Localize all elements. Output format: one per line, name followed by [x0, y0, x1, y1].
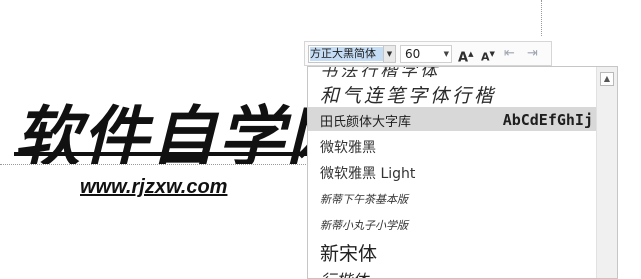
- font-item-name: 和气连笔字体行楷: [320, 85, 497, 107]
- font-name-dropdown-button[interactable]: ▼: [383, 46, 395, 62]
- decrease-indent-button[interactable]: ⇤: [504, 45, 515, 63]
- font-size-value[interactable]: 60: [405, 47, 420, 61]
- shrink-font-icon: A: [481, 50, 490, 64]
- chevron-down-icon: ▼: [443, 50, 449, 58]
- page-margin-guide-horizontal: [0, 164, 318, 165]
- font-item-name: 新宋体: [320, 243, 378, 265]
- logo-underline: [14, 152, 314, 156]
- font-name-combobox[interactable]: 方正大黑简体 ▼: [308, 45, 396, 63]
- font-list-item[interactable]: 微软雅黑: [308, 133, 597, 159]
- increase-indent-button[interactable]: ⇥: [527, 45, 538, 63]
- font-item-name: 行楷体: [320, 267, 368, 278]
- mini-formatting-toolbar: 方正大黑简体 ▼ 60 ▼ A▲ A▼ ⇤ ⇥: [304, 41, 552, 66]
- font-size-dropdown-button[interactable]: ▼: [444, 46, 449, 62]
- font-item-name: 书法行楷字体: [320, 66, 440, 77]
- font-size-combobox[interactable]: 60 ▼: [400, 45, 452, 63]
- font-item-name: 微软雅黑: [320, 140, 376, 156]
- shrink-font-button[interactable]: A▼: [481, 45, 495, 64]
- font-list-item[interactable]: 新蒂下午茶基本版: [308, 185, 597, 211]
- font-list-item[interactable]: 微软雅黑 Light: [308, 159, 597, 185]
- font-list-item[interactable]: 新宋体: [308, 235, 597, 265]
- decrease-indent-icon: ⇤: [504, 46, 515, 61]
- scroll-up-button[interactable]: ▲: [600, 72, 614, 86]
- font-list-item[interactable]: 行楷体: [308, 265, 597, 278]
- font-item-sample: AbCdEfGhIj: [502, 111, 593, 129]
- grow-font-button[interactable]: A▲: [458, 45, 473, 66]
- grow-font-icon: A: [458, 50, 469, 66]
- font-name-value[interactable]: 方正大黑简体: [310, 47, 384, 61]
- font-item-name: 新蒂小丸子小学版: [320, 219, 408, 232]
- chevron-down-icon: ▼: [386, 50, 393, 58]
- chevron-up-icon: ▲: [603, 74, 611, 83]
- document-url-text[interactable]: www.rjzxw.com: [80, 176, 227, 199]
- page-margin-guide-vertical: [541, 0, 542, 36]
- font-dropdown-list[interactable]: 书法行楷字体 和气连笔字体行楷 田氏颜体大字库 AbCdEfGhIj 微软雅黑 …: [307, 66, 618, 279]
- font-item-name: 新蒂下午茶基本版: [320, 193, 408, 206]
- font-item-name: 田氏颜体大字库: [320, 115, 412, 130]
- font-item-name: 微软雅黑 Light: [320, 166, 416, 182]
- font-list-item[interactable]: 书法行楷字体: [308, 66, 597, 77]
- increase-indent-icon: ⇥: [527, 46, 538, 61]
- font-list-scrollbar[interactable]: ▲: [596, 67, 617, 278]
- font-list-item-selected[interactable]: 田氏颜体大字库 AbCdEfGhIj: [308, 107, 597, 131]
- font-list-item[interactable]: 和气连笔字体行楷: [308, 79, 597, 107]
- font-list-item[interactable]: 新蒂小丸子小学版: [308, 211, 597, 237]
